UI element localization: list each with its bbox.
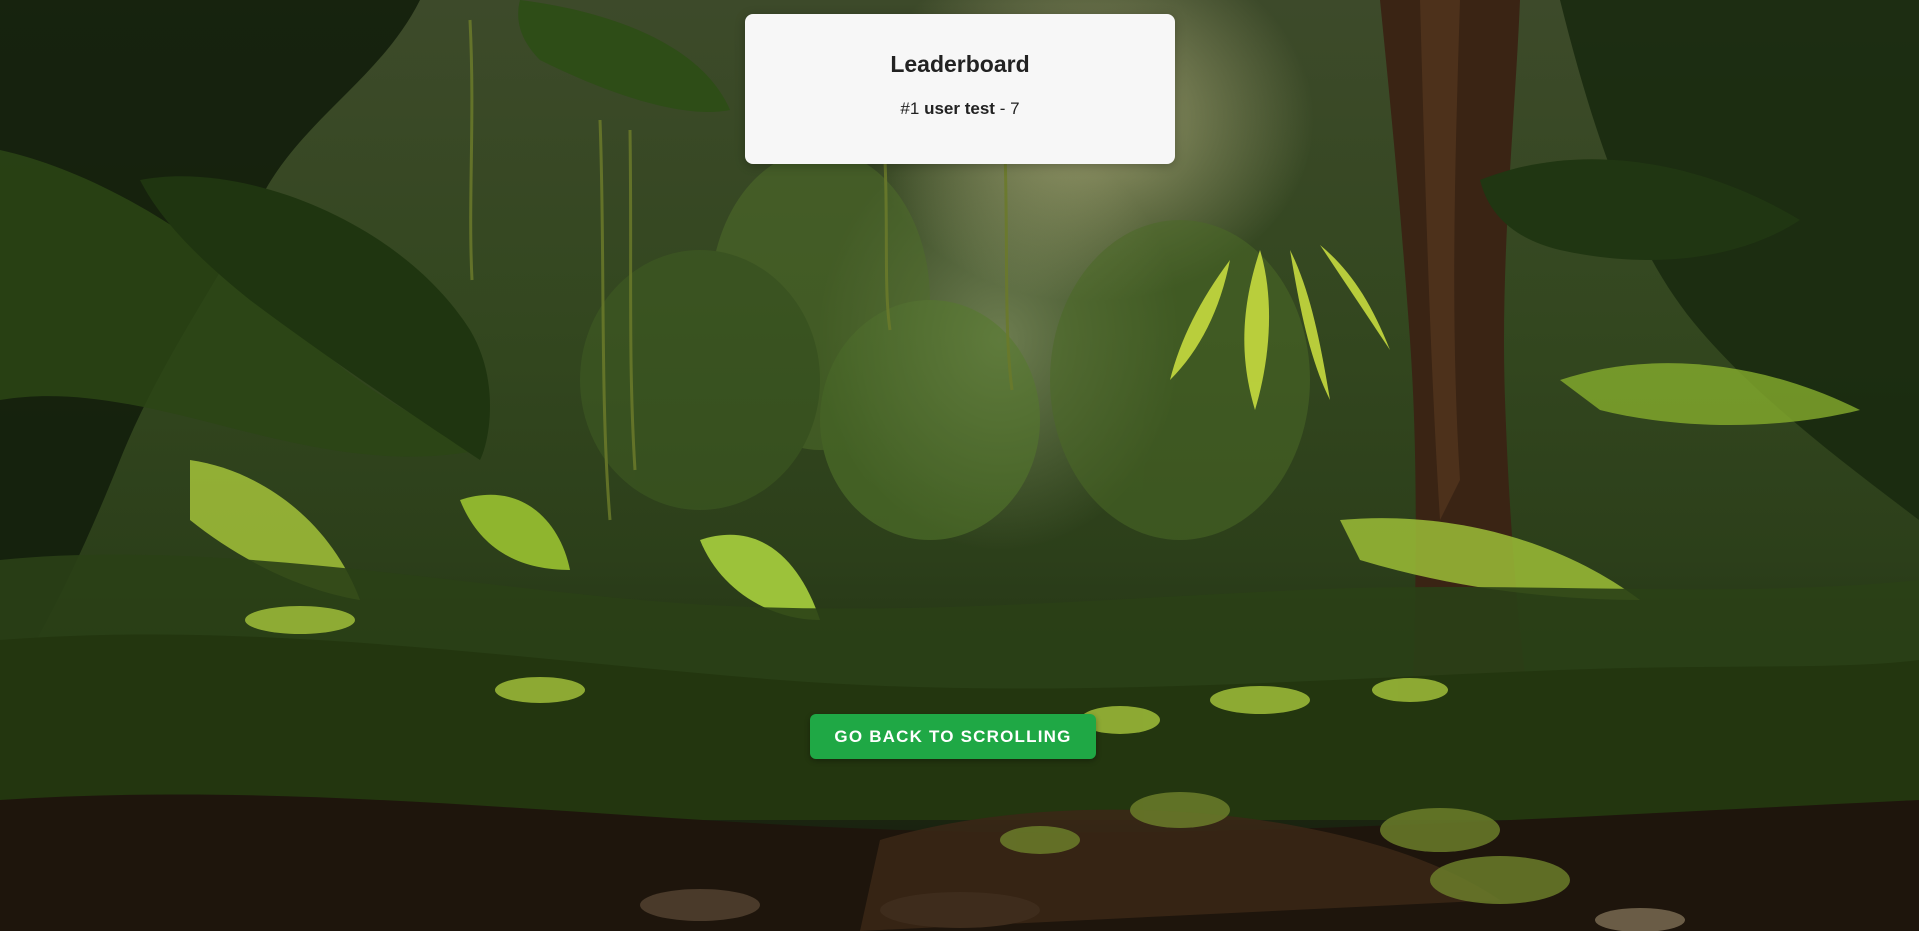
leaderboard-title: Leaderboard bbox=[890, 51, 1030, 77]
entry-score: 7 bbox=[1010, 99, 1020, 118]
entry-rank: #1 bbox=[900, 99, 920, 118]
entry-separator: - bbox=[999, 99, 1006, 118]
leaderboard-card: Leaderboard #1 user test - 7 bbox=[745, 14, 1175, 164]
leaderboard-entry: #1 user test - 7 bbox=[745, 98, 1175, 120]
leaderboard-list: #1 user test - 7 bbox=[745, 78, 1175, 120]
go-back-to-scrolling-button[interactable]: GO BACK TO SCROLLING bbox=[810, 714, 1096, 759]
entry-username: user test bbox=[924, 99, 995, 118]
